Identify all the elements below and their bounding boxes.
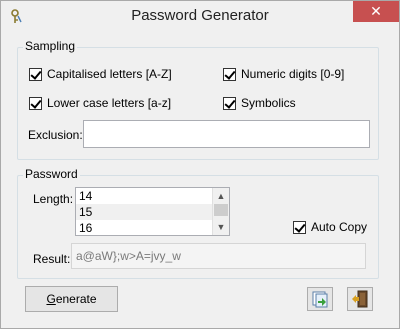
close-button[interactable]: ✕	[353, 1, 399, 22]
length-option[interactable]: 14	[76, 188, 229, 204]
checkbox-check-icon	[29, 96, 42, 110]
checkbox-check-icon	[29, 67, 42, 81]
symbolics-checkbox[interactable]: Symbolics	[223, 95, 296, 111]
capital-letters-checkbox[interactable]: Capitalised letters [A-Z]	[29, 66, 172, 82]
numeric-digits-label: Numeric digits [0-9]	[241, 67, 345, 81]
sampling-group-label: Sampling	[23, 39, 78, 53]
checkbox-check-icon	[223, 96, 236, 110]
capital-letters-label: Capitalised letters [A-Z]	[47, 67, 172, 81]
exit-door-icon	[352, 290, 368, 308]
exclusion-label: Exclusion:	[28, 128, 83, 142]
length-option-selected[interactable]: 15	[76, 204, 229, 220]
generate-label: enerate	[55, 292, 97, 306]
length-option[interactable]: 16	[76, 220, 229, 235]
generate-button[interactable]: Generate	[25, 286, 118, 312]
auto-copy-checkbox[interactable]: Auto Copy	[293, 219, 367, 235]
exclusion-input[interactable]	[83, 120, 370, 148]
scroll-up-icon[interactable]: ▲	[213, 188, 229, 204]
scroll-down-icon[interactable]: ▼	[213, 219, 229, 235]
length-label: Length:	[33, 192, 74, 206]
auto-copy-label: Auto Copy	[311, 220, 368, 234]
length-scrollbar[interactable]: ▲ ▼	[212, 188, 229, 235]
copy-icon	[312, 291, 328, 308]
length-listbox[interactable]: 14 15 16 ▲ ▼	[75, 187, 230, 236]
numeric-digits-checkbox[interactable]: Numeric digits [0-9]	[223, 66, 344, 82]
result-label: Result:	[33, 252, 71, 266]
scroll-thumb[interactable]	[214, 204, 228, 216]
symbolics-label: Symbolics	[241, 96, 296, 110]
window-title: Password Generator	[131, 7, 269, 24]
checkbox-check-icon	[293, 220, 306, 234]
title-bar: Password Generator ✕	[1, 1, 399, 31]
result-field[interactable]: a@aW};w>A=jvy_w	[71, 243, 366, 269]
generate-accelerator: G	[46, 292, 56, 306]
lower-case-label: Lower case letters [a-z]	[47, 96, 172, 110]
exit-button[interactable]	[347, 287, 373, 311]
checkbox-check-icon	[223, 67, 236, 81]
password-group-label: Password	[23, 167, 80, 181]
copy-button[interactable]	[307, 287, 333, 311]
password-generator-window: Password Generator ✕ Sampling Capitalise…	[0, 0, 400, 329]
lower-case-checkbox[interactable]: Lower case letters [a-z]	[29, 95, 171, 111]
